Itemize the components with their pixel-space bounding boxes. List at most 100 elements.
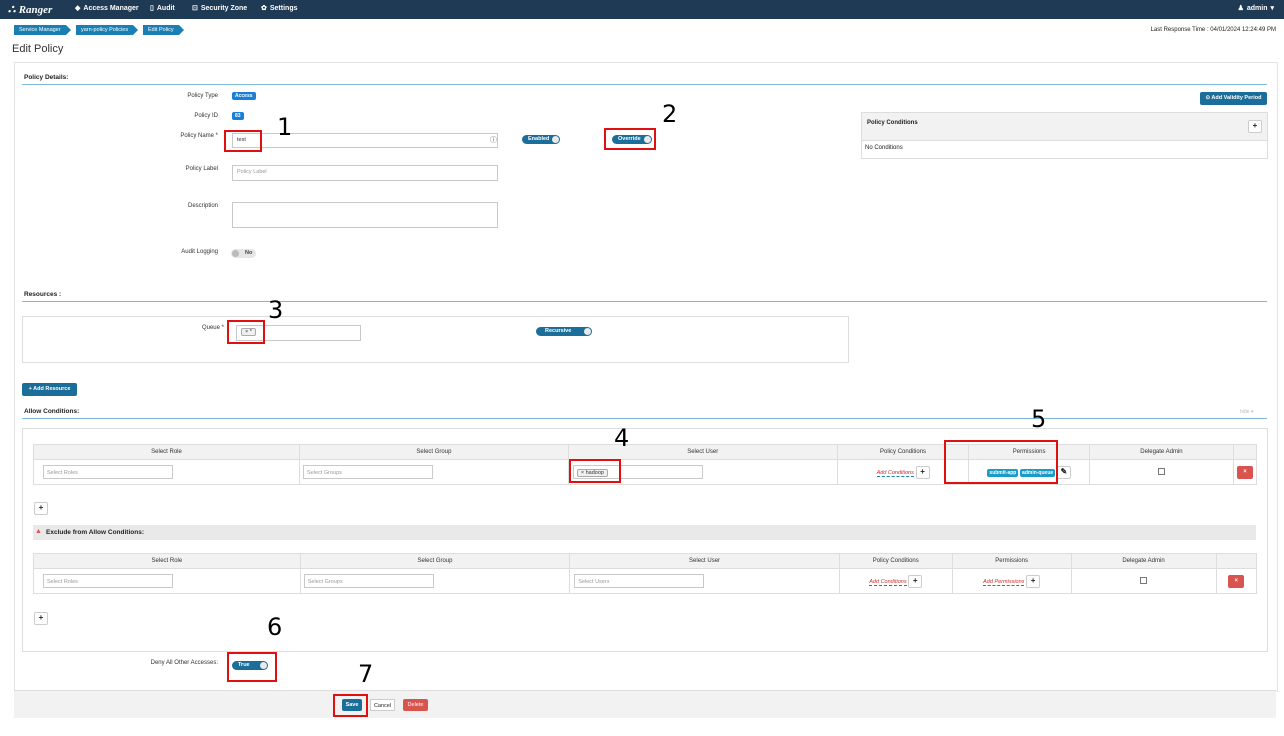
column-header: Select User — [569, 553, 840, 569]
column-header: Delegate Admin — [1070, 553, 1217, 569]
add-permission-plus-button[interactable]: + — [1026, 574, 1041, 588]
ranger-logo[interactable]: ⛬ Ranger — [8, 3, 52, 16]
highlight-box-6 — [227, 652, 277, 682]
top-navbar: ⛬ Ranger ◆ Access Manager ▯ Audit ⊡ Securit… — [0, 0, 1284, 19]
nav-settings[interactable]: ✿ Settings — [261, 4, 298, 13]
select-roles-placeholder: Select Roles — [47, 579, 78, 585]
audit-logging-label: Audit Logging — [181, 249, 218, 255]
shield-icon: ◆ — [75, 5, 81, 12]
last-response-time: Last Response Time : 04/01/2024 12:24:49… — [1150, 27, 1276, 33]
highlight-box-7 — [333, 694, 368, 717]
column-header: Delegate Admin — [1088, 444, 1235, 460]
annotation-number-2: 2 — [662, 100, 678, 128]
column-header: Policy Conditions — [838, 553, 953, 569]
toggle-knob — [552, 136, 559, 143]
nav-audit-label: Audit — [156, 4, 175, 12]
add-resource-label: Add Resource — [33, 386, 71, 392]
table-cell: × — [1215, 568, 1257, 594]
add-resource-button[interactable]: + Add Resource — [22, 383, 77, 396]
no-conditions-text: No Conditions — [865, 145, 903, 151]
add-exclude-row-button[interactable]: + — [34, 612, 48, 625]
add-conditions-link[interactable]: Add Conditions — [876, 469, 914, 477]
table-cell: × — [1233, 459, 1257, 485]
table-cell — [1088, 459, 1235, 485]
add-allow-row-button[interactable]: + — [34, 502, 48, 515]
delegate-admin-checkbox[interactable] — [1140, 576, 1148, 584]
nav-access-manager[interactable]: ◆ Access Manager — [75, 4, 139, 13]
user-menu[interactable]: ♟ admin ▾ — [1238, 4, 1274, 13]
exclude-conditions-table: Select Role Select Group Select User Pol… — [33, 553, 1257, 594]
policy-conditions-title: Policy Conditions — [867, 120, 918, 126]
description-textarea[interactable] — [232, 202, 498, 228]
table-cell: Select Groups — [299, 459, 569, 485]
column-header: Select Role — [33, 553, 301, 569]
divider — [22, 301, 1267, 302]
add-permissions-link[interactable]: Add Permissions — [983, 578, 1025, 586]
add-conditions-link[interactable]: Add Conditions — [869, 578, 907, 586]
select-groups-input[interactable]: Select Groups — [303, 465, 434, 479]
warning-icon: ▲ — [35, 528, 42, 535]
exclude-header-bar: ▲ Exclude from Allow Conditions: — [33, 525, 1256, 540]
audit-logging-value: No — [245, 250, 253, 256]
table-header-row: Select Role Select Group Select User Pol… — [32, 444, 1257, 460]
select-users-input[interactable]: Select Users — [574, 574, 705, 588]
cancel-button[interactable]: Cancel — [370, 699, 395, 711]
column-header: Select Group — [299, 444, 569, 460]
select-roles-input[interactable]: Select Roles — [43, 574, 173, 588]
policy-type-badge: Access — [232, 92, 256, 100]
recursive-toggle[interactable]: Recursive — [536, 327, 592, 336]
add-condition-plus-button[interactable]: + — [915, 465, 930, 479]
add-condition-plus-button[interactable]: + — [908, 574, 923, 588]
policy-conditions-box: Policy Conditions + No Conditions — [861, 112, 1268, 159]
delete-row-button[interactable]: × — [1237, 465, 1254, 479]
column-header: Permissions — [951, 553, 1072, 569]
table-row: Select Roles Select Groups Select Users … — [33, 568, 1257, 594]
annotation-number-7: 7 — [358, 660, 374, 688]
caret-down-icon: ▾ — [1270, 5, 1274, 12]
policy-details-heading: Policy Details: — [24, 74, 69, 81]
delegate-admin-checkbox[interactable] — [1157, 467, 1165, 475]
column-header: Select Role — [32, 444, 301, 460]
annotation-number-6: 6 — [267, 613, 283, 641]
divider — [22, 84, 1267, 85]
ranger-logo-icon: ⛬ — [8, 3, 16, 15]
select-groups-placeholder: Select Groups — [307, 470, 342, 476]
policy-name-input[interactable]: test — [232, 133, 498, 148]
policy-type-label: Policy Type — [187, 93, 218, 99]
column-header-empty — [1215, 553, 1257, 569]
toggle-knob — [584, 328, 591, 335]
nav-audit[interactable]: ▯ Audit — [150, 4, 175, 13]
nav-access-manager-label: Access Manager — [83, 4, 139, 12]
plus-icon: + — [28, 386, 32, 392]
resources-heading: Resources : — [24, 291, 62, 298]
audit-logging-toggle[interactable]: No — [231, 249, 256, 258]
enabled-toggle[interactable]: Enabled — [522, 135, 560, 144]
select-roles-input[interactable]: Select Roles — [43, 465, 173, 479]
clock-icon: ⊙ — [1205, 95, 1211, 101]
add-condition-plus-button[interactable]: + — [1248, 120, 1262, 133]
table-header-row: Select Role Select Group Select User Pol… — [33, 553, 1257, 569]
nav-settings-label: Settings — [269, 4, 298, 12]
column-header: Select User — [567, 444, 838, 460]
toggle-knob — [232, 250, 239, 257]
edit-pencil-icon[interactable]: ✎ — [1056, 465, 1071, 479]
select-groups-input[interactable]: Select Groups — [303, 574, 434, 588]
table-cell: Select Users — [569, 568, 840, 594]
delete-row-button[interactable]: × — [1228, 574, 1245, 588]
resources-box — [22, 316, 849, 363]
policy-id-label: Policy ID — [194, 113, 218, 119]
policy-conditions-header: Policy Conditions + — [862, 113, 1267, 141]
add-validity-period-button[interactable]: ⊙ Add Validity Period — [1200, 92, 1267, 105]
nav-security-zone[interactable]: ⊡ Security Zone — [192, 4, 247, 13]
table-cell: Select Roles — [33, 568, 301, 594]
delete-button[interactable]: Delete — [403, 699, 428, 711]
policy-label-input[interactable]: Policy Label — [232, 165, 498, 181]
annotation-number-4: 4 — [614, 424, 630, 452]
queue-label: Queue * — [201, 325, 224, 331]
highlight-box-2 — [604, 128, 656, 150]
annotation-number-1: 1 — [277, 113, 293, 141]
hide-toggle-link[interactable]: hide ▾ — [1240, 409, 1253, 415]
breadcrumb-policies[interactable]: yarn-policy Policies — [76, 25, 139, 35]
breadcrumb-service-manager[interactable]: Service Manager — [14, 25, 71, 35]
table-cell: Add Conditions + — [838, 568, 953, 594]
